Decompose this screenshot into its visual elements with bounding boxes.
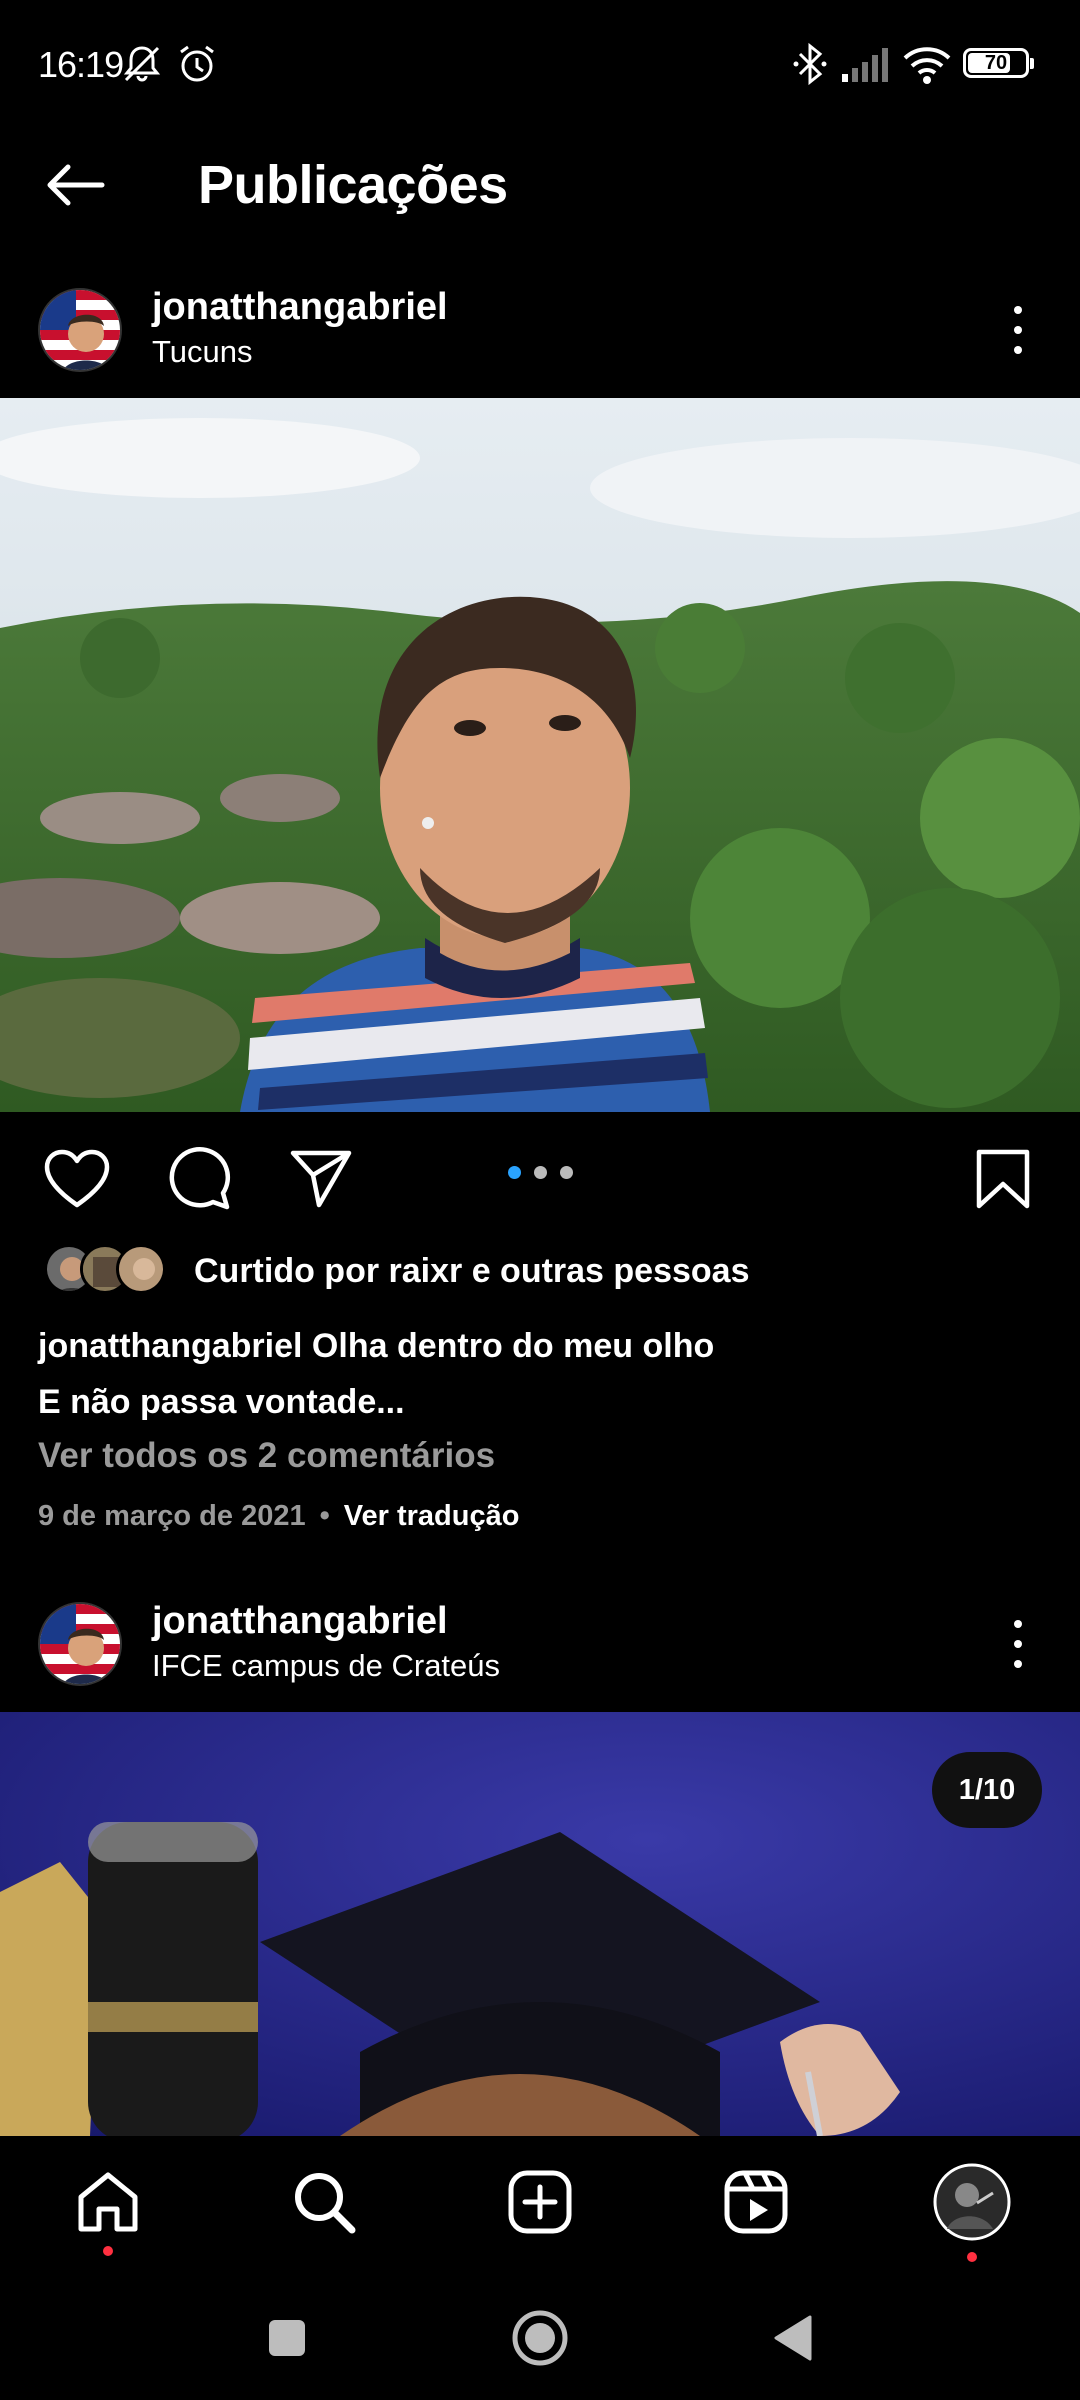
like-button[interactable] — [42, 1144, 112, 1214]
more-options-button[interactable] — [996, 1614, 1040, 1674]
post-username[interactable]: jonatthangabriel — [152, 286, 448, 329]
status-bar: 16:19 70 — [0, 0, 1080, 130]
system-navigation — [0, 2274, 1080, 2400]
bottom-navigation — [0, 2136, 1080, 2274]
bluetooth-icon — [790, 42, 830, 91]
comment-button[interactable] — [164, 1144, 234, 1214]
see-translation-link[interactable]: Ver tradução — [344, 1500, 520, 1532]
send-icon — [290, 1150, 352, 1208]
nav-reels[interactable] — [716, 2162, 796, 2242]
triangle-back-icon — [774, 2315, 812, 2361]
likes-text: Curtido por raixr e outras pessoas — [194, 1252, 750, 1290]
post-location[interactable]: Tucuns — [152, 334, 253, 370]
home-system-button[interactable] — [510, 2308, 570, 2368]
notification-dot — [967, 2252, 977, 2262]
post-date: 9 de março de 2021 — [38, 1500, 306, 1532]
post-location[interactable]: IFCE campus de Crateús — [152, 1648, 500, 1684]
post-photo[interactable] — [0, 398, 1080, 1112]
alarm-icon — [175, 42, 219, 91]
page-title: Publicações — [198, 155, 508, 215]
carousel-indicator — [508, 1166, 573, 1179]
likes-row[interactable]: Curtido por raixr e outras pessoas — [44, 1240, 1044, 1300]
avatar[interactable] — [38, 1602, 122, 1686]
back-button[interactable] — [38, 152, 112, 218]
reels-icon — [724, 2170, 788, 2234]
home-icon — [78, 2172, 138, 2232]
create-post-icon — [508, 2170, 572, 2234]
app-header: Publicações — [0, 130, 1080, 240]
heart-icon — [44, 1149, 110, 1208]
share-button[interactable] — [286, 1144, 356, 1214]
carousel-dot — [508, 1166, 521, 1179]
caption-username[interactable]: jonatthangabriel — [38, 1327, 302, 1365]
more-options-button[interactable] — [996, 300, 1040, 360]
liker-avatar — [116, 1244, 166, 1294]
media-counter: 1/10 — [932, 1752, 1042, 1828]
notification-dot — [103, 2246, 113, 2256]
nav-create[interactable] — [500, 2162, 580, 2242]
mute-icon — [120, 42, 164, 91]
post-caption: jonatthangabriel Olha dentro do meu olho… — [38, 1318, 1038, 1430]
status-time: 16:19 — [38, 44, 124, 85]
back-arrow-icon — [47, 164, 105, 206]
circle-home-icon — [512, 2310, 568, 2366]
post-header: jonatthangabriel IFCE campus de Crateús — [0, 1590, 1080, 1700]
battery-icon: 70 — [963, 48, 1034, 78]
signal-icon — [840, 42, 892, 91]
wifi-icon — [902, 42, 952, 91]
recent-apps-button[interactable] — [257, 2308, 317, 2368]
profile-avatar — [933, 2163, 1011, 2241]
post-photo[interactable]: 1/10 — [0, 1712, 1080, 2136]
caption-text-line1: Olha dentro do meu olho — [311, 1327, 715, 1365]
post-meta: 9 de março de 2021 • Ver tradução — [38, 1500, 519, 1533]
bookmark-icon — [976, 1149, 1030, 1209]
search-icon — [295, 2173, 356, 2234]
save-button[interactable] — [968, 1144, 1038, 1214]
post-username[interactable]: jonatthangabriel — [152, 1600, 448, 1643]
nav-home[interactable] — [68, 2162, 148, 2242]
back-system-button[interactable] — [762, 2308, 822, 2368]
nav-profile[interactable] — [932, 2162, 1012, 2242]
square-icon — [269, 2320, 305, 2356]
carousel-dot — [560, 1166, 573, 1179]
comment-icon — [169, 1147, 231, 1210]
avatar[interactable] — [38, 288, 122, 372]
nav-search[interactable] — [284, 2162, 364, 2242]
caption-text-line2: E não passa vontade... — [38, 1383, 405, 1421]
meta-separator: • — [319, 1500, 330, 1532]
post-header: jonatthangabriel Tucuns — [0, 276, 1080, 386]
battery-level: 70 — [984, 51, 1008, 74]
view-comments-link[interactable]: Ver todos os 2 comentários — [38, 1436, 495, 1476]
carousel-dot — [534, 1166, 547, 1179]
